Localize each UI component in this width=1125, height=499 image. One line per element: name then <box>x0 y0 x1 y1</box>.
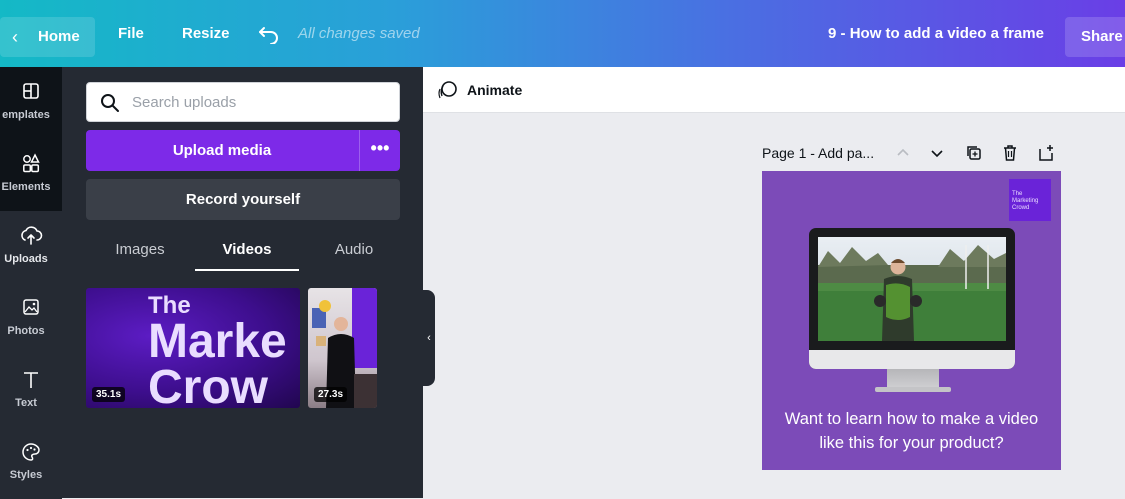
undo-icon[interactable] <box>258 24 280 44</box>
upload-media-button[interactable]: Upload media ••• <box>86 130 400 171</box>
sidebar-item-label: Uploads <box>4 253 48 265</box>
chevron-left-icon: ‹ <box>12 27 18 47</box>
add-page-icon[interactable] <box>1036 143 1056 163</box>
video-duration-badge: 35.1s <box>92 387 126 402</box>
monitor-stand-base <box>875 387 951 392</box>
sidebar-item-templates[interactable]: emplates <box>0 67 62 139</box>
search-icon <box>101 94 119 112</box>
share-button[interactable]: Share <box>1065 17 1125 57</box>
editor-toolbar: Animate <box>423 67 1125 113</box>
home-button[interactable]: ‹ Home <box>0 17 95 57</box>
sidebar-item-label: Styles <box>9 469 43 481</box>
sidebar-item-styles[interactable]: Styles <box>0 427 62 499</box>
thumbnail-text: Crow <box>148 361 268 408</box>
collapse-panel-handle[interactable]: ‹ <box>423 290 435 386</box>
tab-images[interactable]: Images <box>86 235 194 271</box>
sidebar-item-elements[interactable]: Elements <box>0 139 62 211</box>
video-frame[interactable] <box>818 237 1006 341</box>
design-caption[interactable]: Want to learn how to make a video like t… <box>762 407 1061 455</box>
record-yourself-button[interactable]: Record yourself <box>86 179 400 220</box>
design-page[interactable]: The Marketing Crowd Want to learn how to… <box>762 171 1061 470</box>
home-label: Home <box>38 28 80 45</box>
top-bar: ‹ Home File Resize All changes saved 9 -… <box>0 0 1125 67</box>
photos-icon <box>23 299 39 315</box>
resize-menu[interactable]: Resize <box>182 0 230 67</box>
palette-icon <box>22 443 40 461</box>
monitor-chin <box>809 350 1015 369</box>
search-box[interactable] <box>86 82 400 122</box>
video-still <box>818 237 1006 341</box>
upload-tabs: Images Videos Audio <box>86 235 400 271</box>
chevron-up-icon[interactable] <box>893 143 913 163</box>
video-thumbnail[interactable]: The Marke Crow 35.1s <box>86 288 300 408</box>
search-input[interactable] <box>130 89 390 115</box>
tab-audio[interactable]: Audio <box>308 235 400 271</box>
sidebar-item-label: Photos <box>7 325 45 337</box>
logo-text: Marketing <box>1012 198 1039 204</box>
tab-videos[interactable]: Videos <box>195 235 299 271</box>
sidebar-item-label: Text <box>15 397 37 409</box>
text-icon <box>24 372 38 388</box>
chevron-down-icon[interactable] <box>927 143 947 163</box>
sidebar-item-text[interactable]: Text <box>0 355 62 427</box>
more-options-button[interactable]: ••• <box>359 130 400 171</box>
monitor-frame[interactable] <box>809 228 1015 369</box>
sidebar-item-photos[interactable]: Photos <box>0 283 62 355</box>
upload-cloud-icon <box>21 226 43 245</box>
upload-media-label: Upload media <box>172 142 272 159</box>
sidebar-item-uploads[interactable]: Uploads <box>0 211 62 283</box>
monitor-stand <box>887 369 939 389</box>
sidebar-rail: emplates Elements Uploads Photos Text St… <box>0 67 62 499</box>
page-title[interactable]: Page 1 - Add pa... <box>762 141 874 165</box>
uploads-panel: Upload media ••• Record yourself Images … <box>62 67 423 498</box>
caption-line: like this for your product? <box>819 434 1004 452</box>
save-status: All changes saved <box>298 25 420 42</box>
file-menu[interactable]: File <box>118 0 144 67</box>
video-thumbnail[interactable]: 27.3s <box>308 288 377 408</box>
animate-button[interactable]: Animate <box>467 67 522 113</box>
templates-icon <box>23 83 39 99</box>
elements-icon <box>23 153 40 173</box>
logo-text: The <box>1012 191 1023 197</box>
sidebar-item-label: emplates <box>2 109 50 121</box>
delete-page-icon[interactable] <box>1000 143 1020 163</box>
duplicate-page-icon[interactable] <box>964 143 984 163</box>
design-title[interactable]: 9 - How to add a video a frame <box>820 0 1052 67</box>
caption-line: Want to learn how to make a video <box>784 410 1039 428</box>
chevron-left-icon: ‹ <box>427 332 431 344</box>
animate-icon[interactable] <box>437 79 459 101</box>
brand-logo[interactable]: The Marketing Crowd <box>1009 179 1051 221</box>
sidebar-item-label: Elements <box>1 181 51 193</box>
video-duration-badge: 27.3s <box>314 387 348 402</box>
logo-text: Crowd <box>1012 205 1030 211</box>
